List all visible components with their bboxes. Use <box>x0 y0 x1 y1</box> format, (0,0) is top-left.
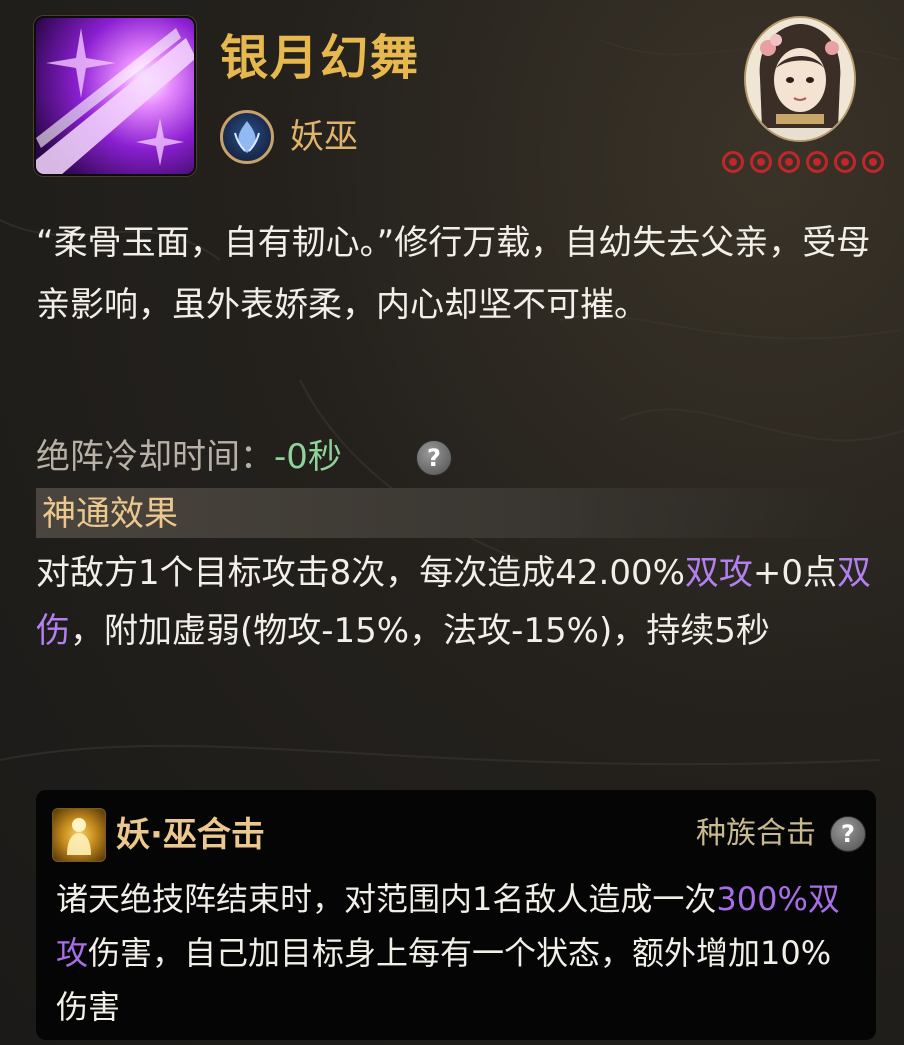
skill-description: “柔骨玉面，自有韧心。”修行万载，自幼失去父亲，受母亲影响，虽外表娇柔，内心却坚… <box>36 223 871 325</box>
star-icon <box>862 151 884 173</box>
combo-text-2: 伤害，自己加目标身上每有一个状态，额外增加10%伤害 <box>56 934 832 1026</box>
skill-title: 银月幻舞 <box>220 30 421 86</box>
purple-star-burst-icon <box>36 18 194 174</box>
star-icon <box>750 151 772 173</box>
combo-description: 诸天绝技阵结束时，对范围内1名敌人造成一次300%双攻伤害，自己加目标身上每有一… <box>56 872 856 1034</box>
skill-icon <box>34 16 196 176</box>
star-icon <box>834 151 856 173</box>
cooldown-help-icon[interactable]: ? <box>416 440 452 476</box>
golden-figure-icon <box>52 808 106 862</box>
star-icon <box>778 151 800 173</box>
character-avatar[interactable] <box>744 16 856 142</box>
race-label: 妖巫 <box>290 117 358 157</box>
effect-text-1: 对敌方1个目标攻击8次，每次造成42.00% <box>36 553 685 593</box>
effect-text-3: ，附加虚弱(物攻-15%，法攻-15%)，持续5秒 <box>70 611 770 651</box>
effect-header: 神通效果 <box>42 494 178 534</box>
star-icon <box>722 151 744 173</box>
combo-title: 妖·巫合击 <box>116 815 265 855</box>
effect-description: 对敌方1个目标攻击8次，每次造成42.00%双攻+0点双伤，附加虚弱(物攻-15… <box>36 544 876 660</box>
cooldown-value: -0秒 <box>274 437 342 477</box>
character-portrait-icon <box>746 18 854 140</box>
combo-tag: 种族合击 <box>696 816 816 851</box>
cooldown-label: 绝阵冷却时间： <box>36 437 274 477</box>
effect-text-2: +0点 <box>752 553 838 593</box>
demon-shaman-race-icon <box>220 110 274 164</box>
combo-help-icon[interactable]: ? <box>830 816 866 852</box>
cooldown-row: 绝阵冷却时间：-0秒 <box>36 432 342 482</box>
combo-text-1: 诸天绝技阵结束时，对范围内1名敌人造成一次 <box>56 880 717 918</box>
effect-highlight-1: 双攻 <box>684 553 753 593</box>
star-icon <box>806 151 828 173</box>
star-rating <box>722 151 884 173</box>
